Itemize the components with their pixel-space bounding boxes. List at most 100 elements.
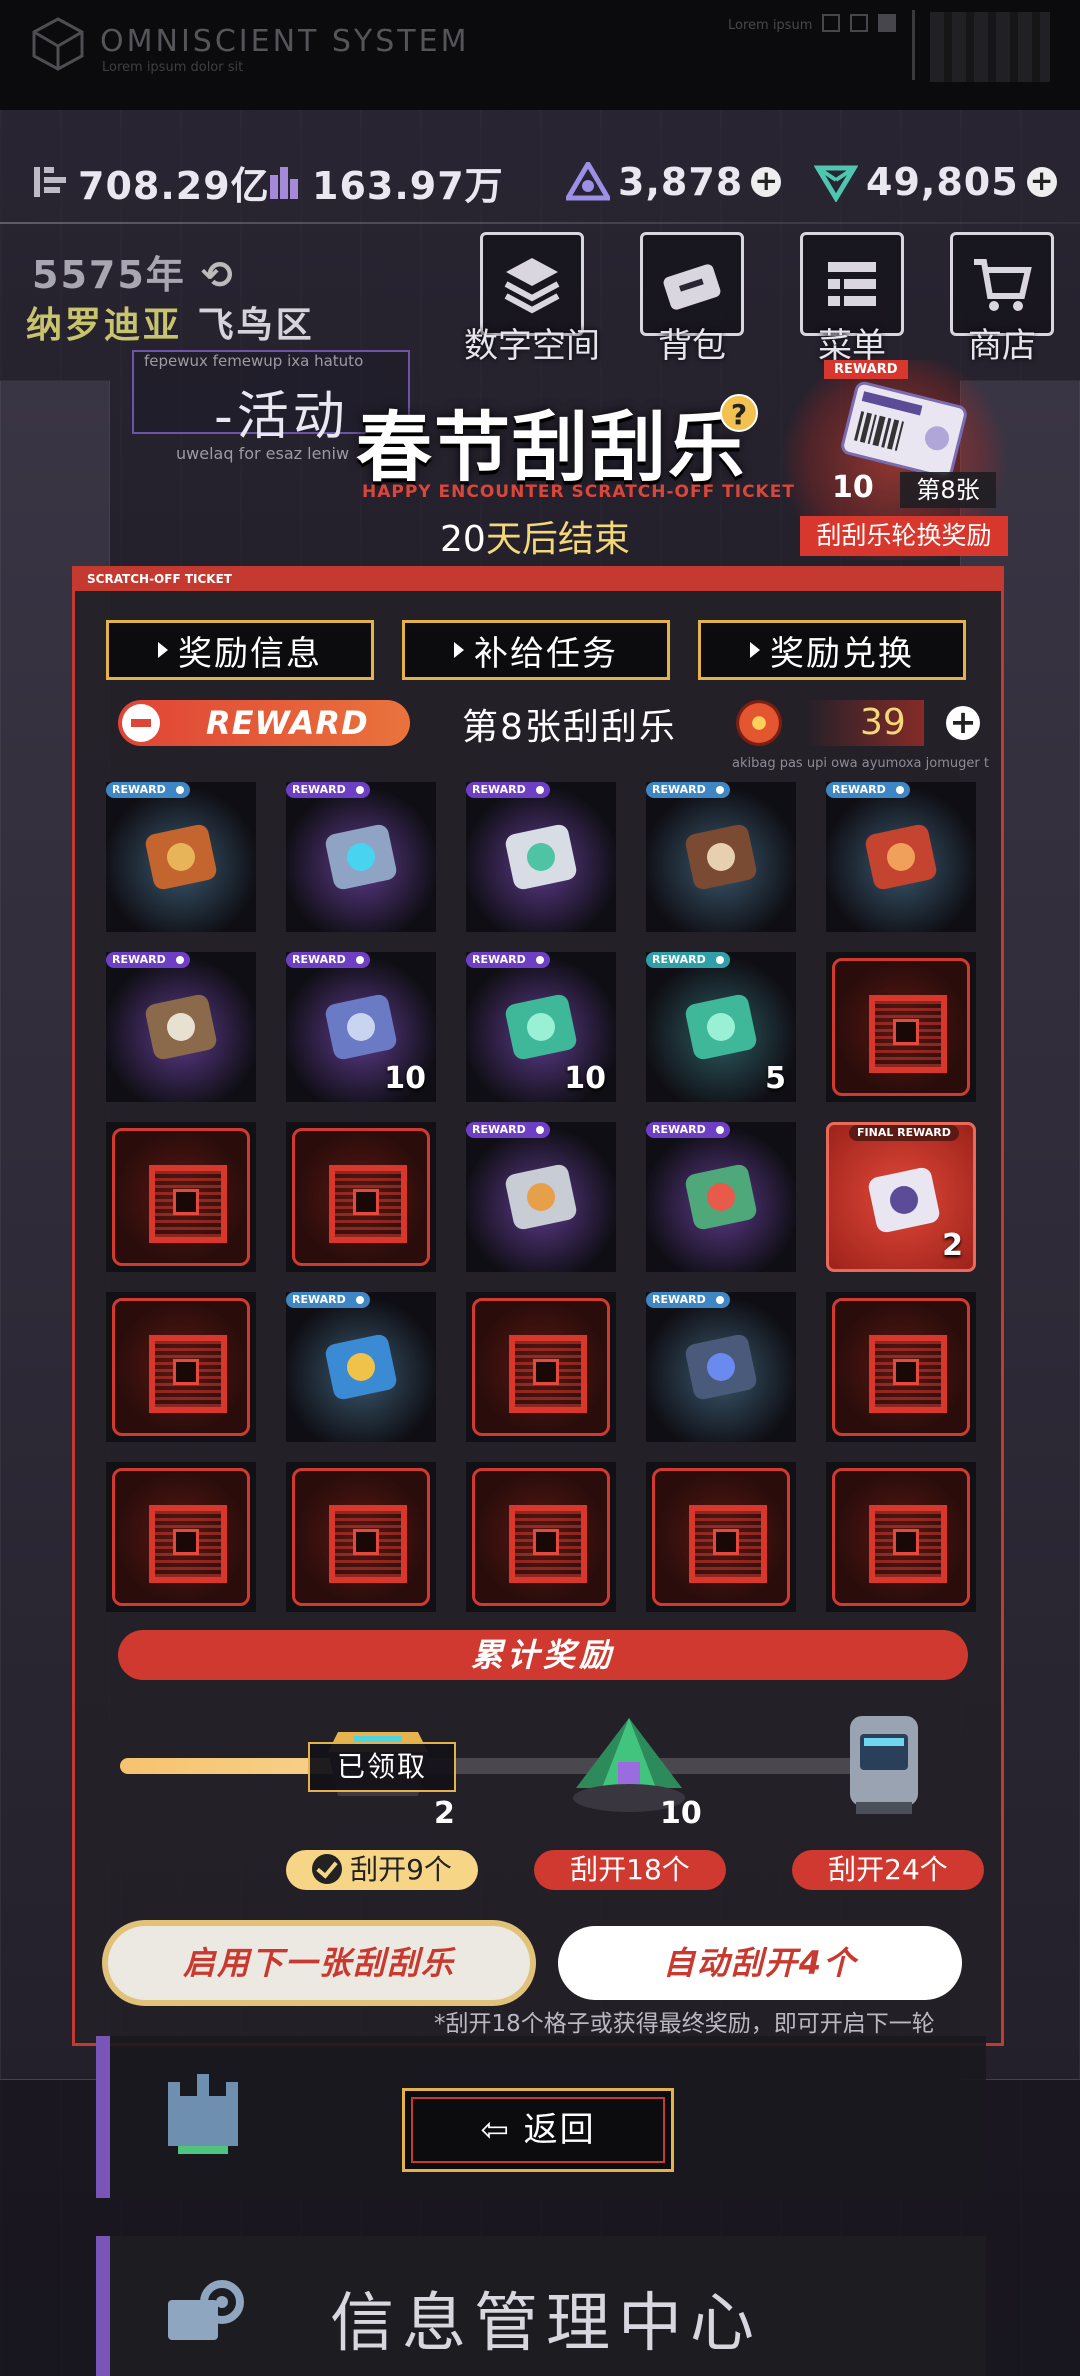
scratch-cell-reward[interactable]: REWARD [826,782,976,932]
round-reward-count: 10 [832,470,874,505]
scratch-cell-locked[interactable] [826,1462,976,1612]
refresh-icon[interactable]: ⟲ [201,253,235,297]
tab-label: 奖励兑换 [770,633,914,674]
scratch-cell-locked[interactable] [466,1292,616,1442]
reward-tag: REWARD [466,952,550,968]
add-currency-button[interactable]: + [1026,167,1057,197]
round-reward-ticket: 第8张 [900,472,996,508]
scratch-cell-locked[interactable] [646,1462,796,1612]
add-coin-button[interactable]: + [946,706,980,740]
scratch-cell-reward[interactable]: REWARD [286,1292,436,1442]
nav-shop[interactable]: 商店 [950,232,1054,366]
bag-icon [663,264,721,310]
countdown-text: 天后结束 [485,519,630,560]
cart-icon [974,259,1032,311]
event-countdown: 20天后结束 [440,510,630,562]
red-chip-icon [865,824,937,890]
year-text: 5575年 [32,253,186,297]
lock-frame-icon [292,1468,430,1606]
scratch-cell-final-reward[interactable]: FINAL REWARD 2 [826,1122,976,1272]
play-triangle-icon [750,642,760,658]
scratch-cell-locked[interactable] [826,952,976,1102]
lock-frame-icon [112,1468,250,1606]
currency-item: 49,805 + [814,150,1057,214]
scratch-cell-locked[interactable] [826,1292,976,1442]
lock-frame-icon [832,1468,970,1606]
core-device-icon [325,824,397,890]
nav-label: 数字空间 [464,326,600,366]
tab-reward-info[interactable]: 奖励信息 [106,620,374,680]
back-button-frame [411,2097,665,2163]
divider [0,222,1080,224]
scratch-cell-reward[interactable]: REWARD [286,782,436,932]
scratch-cell-reward[interactable]: REWARD 10 [466,952,616,1102]
lock-frame-icon [292,1128,430,1266]
tab-supply-mission[interactable]: 补给任务 [402,620,670,680]
scratch-cell-reward[interactable]: REWARD [466,1122,616,1272]
divider [912,10,915,80]
scratch-cell-locked[interactable] [286,1122,436,1272]
tab-reward-exchange[interactable]: 奖励兑换 [698,620,966,680]
back-button[interactable]: ⇦ 返回 [402,2088,674,2172]
scratch-cell-locked[interactable] [106,1292,256,1442]
reward-tag: REWARD [286,952,370,968]
round-reward-label[interactable]: 刮刮乐轮换奖励 [800,516,1008,556]
accumulated-reward-title: 累计奖励 [118,1630,968,1680]
auto-scratch-button[interactable]: 自动刮开4个 [558,1926,962,2000]
syringe-icon [685,1164,757,1230]
window-box-icon[interactable] [822,14,840,32]
scratch-cell-reward[interactable]: REWARD [646,782,796,932]
scratch-cell-reward[interactable]: REWARD [106,782,256,932]
food-crate-icon [685,824,757,890]
castle-icon [168,2074,238,2154]
scratch-cell-reward[interactable]: REWARD [106,952,256,1102]
lock-frame-icon [112,1298,250,1436]
currency-item: 163.97万 [266,150,504,214]
event-subtitle: HAPPY ENCOUNTER SCRATCH-OFF TICKET [362,482,795,502]
scratch-cell-locked[interactable] [286,1462,436,1612]
lock-frame-icon [652,1468,790,1606]
scratch-cell-locked[interactable] [106,1122,256,1272]
system-title: OMNISCIENT SYSTEM [100,24,470,59]
claimed-badge: 已领取 [308,1742,456,1792]
scratch-cell-reward[interactable]: REWARD [646,1122,796,1272]
scratch-cell-locked[interactable] [106,1462,256,1612]
milestone-18: 刮开18个 [534,1850,726,1890]
window-close-icon[interactable] [850,14,868,32]
crystal-icon [814,165,858,202]
game-year: 5575年 ⟲ [32,244,235,299]
check-icon [312,1854,343,1884]
milestone-label: 刮开9个 [350,1853,452,1886]
scratch-cell-reward[interactable]: REWARD [646,1292,796,1442]
reward-tag: REWARD [824,360,908,379]
system-top-bar: OMNISCIENT SYSTEM Lorem ipsum dolor sit … [0,0,1080,110]
footnote: *刮开18个格子或获得最终奖励，即可开启下一轮 [434,2011,935,2037]
next-ticket-button[interactable]: 启用下一张刮刮乐 [102,1920,536,2006]
region-label: 纳罗迪亚 飞鸟区 [26,296,315,348]
scratch-cell-reward[interactable]: REWARD [466,782,616,932]
region-name: 纳罗迪亚 [26,305,183,346]
accumulate-progress [120,1758,880,1774]
reward-tag: REWARD [286,782,370,798]
add-currency-button[interactable]: + [751,167,782,197]
event-title: 春节刮刮乐 [356,403,746,492]
help-button[interactable]: ? [720,394,758,432]
glue-gun-icon [505,824,577,890]
window-filled-icon[interactable] [878,14,896,32]
currency-bar: 708.29亿 163.97万 3,878 + 49,805 + [0,150,1080,214]
gear-card-icon [168,2280,244,2340]
nav-digital-space[interactable]: 数字空间 [464,232,600,366]
scratch-cell-reward[interactable]: REWARD 10 [286,952,436,1102]
milestone-label: 刮开18个 [570,1853,690,1886]
nav-bag[interactable]: 背包 [640,232,744,366]
minus-icon [122,704,160,742]
final-capsule-icon[interactable] [836,1704,932,1824]
firecracker-icon [145,824,217,890]
milestone-qty: 2 [434,1796,455,1831]
activity-label: -活动 [214,387,349,447]
scratch-cell-reward[interactable]: REWARD 5 [646,952,796,1102]
scratch-cell-locked[interactable] [466,1462,616,1612]
nav-menu[interactable]: 菜单 [800,232,904,366]
lock-frame-icon [832,958,970,1096]
info-center-label[interactable]: 信息管理中心 [330,2272,762,2364]
